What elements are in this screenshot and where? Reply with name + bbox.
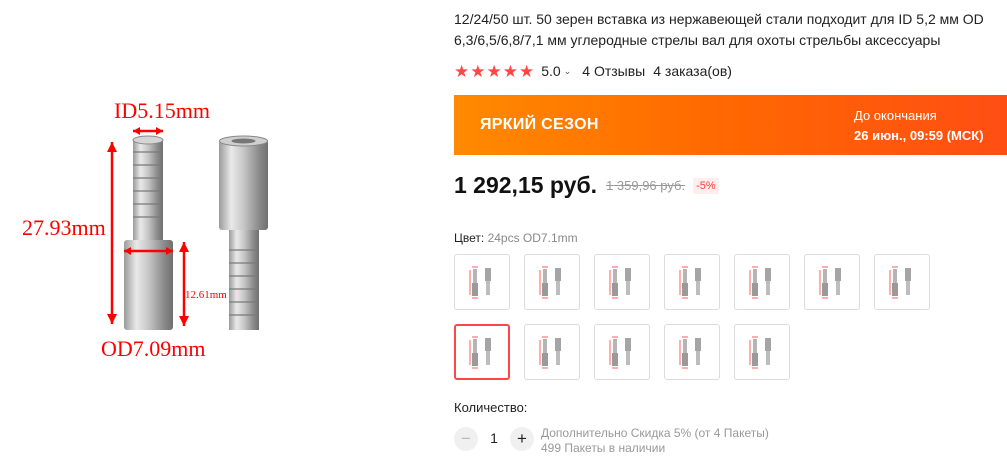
quantity-note: Дополнительно Скидка 5% (от 4 Пакеты) 49…: [541, 426, 769, 456]
star-icon: ★: [454, 61, 470, 81]
promo-until-label: До окончания: [854, 108, 937, 123]
variant-swatch[interactable]: [594, 324, 650, 380]
small-dimension-label: 12.61mm: [185, 289, 227, 301]
variant-thumbnail: [539, 336, 561, 369]
variant-thumbnail: [749, 266, 771, 299]
star-icon: ★: [470, 61, 486, 81]
current-price: 1 292,15 руб.: [454, 172, 598, 198]
product-image[interactable]: ID5.15mm 27.93mm OD7.09mm 12.61mm: [0, 0, 420, 462]
variant-swatch[interactable]: [734, 324, 790, 380]
variant-thumbnail: [819, 266, 841, 299]
variant-swatch[interactable]: [804, 254, 860, 310]
discount-badge: -5%: [693, 177, 719, 194]
price-row: 1 292,15 руб. 1 359,96 руб. -5%: [454, 172, 719, 199]
old-price: 1 359,96 руб.: [606, 178, 686, 193]
rating-value[interactable]: 5.0: [541, 63, 560, 79]
variant-thumbnail: [539, 266, 561, 299]
variant-thumbnail: [609, 336, 631, 369]
id-dimension-label: ID5.15mm: [114, 98, 210, 123]
variant-thumbnail: [469, 336, 491, 369]
quantity-decrease-button[interactable]: −: [454, 427, 478, 451]
variant-thumbnail: [469, 266, 491, 299]
product-title: 12/24/50 шт. 50 зерен вставка из нержаве…: [454, 11, 984, 48]
variant-swatch[interactable]: [664, 324, 720, 380]
insert-left: [124, 135, 173, 330]
od-dimension-label: OD7.09mm: [101, 336, 206, 361]
promo-until-date: 26 июн., 09:59 (МСК): [854, 128, 984, 143]
variant-label: Цвет:: [454, 231, 485, 245]
promo-banner: ЯРКИЙ СЕЗОН До окончания 26 июн., 09:59 …: [454, 95, 1007, 155]
variant-swatch[interactable]: [524, 254, 580, 310]
star-icon: ★: [486, 61, 502, 81]
variant-swatch[interactable]: [524, 324, 580, 380]
bulk-discount-note: Дополнительно Скидка 5% (от 4 Пакеты): [541, 426, 769, 440]
variant-swatch[interactable]: [664, 254, 720, 310]
variant-swatch[interactable]: [874, 254, 930, 310]
variant-thumbnail: [679, 266, 701, 299]
variant-thumbnail: [609, 266, 631, 299]
variant-swatch[interactable]: [594, 254, 650, 310]
variant-swatch[interactable]: [454, 254, 510, 310]
rating-stars: ★ ★ ★ ★ ★: [454, 63, 534, 80]
variant-thumbnail: [889, 266, 911, 299]
product-info: 12/24/50 шт. 50 зерен вставка из нержаве…: [454, 0, 1007, 462]
variant-swatch[interactable]: [454, 324, 510, 380]
chevron-down-icon[interactable]: ⌄: [564, 66, 572, 77]
quantity-label: Количество:: [454, 400, 528, 415]
variant-selected-value: 24pcs OD7.1mm: [487, 231, 578, 245]
variant-swatch[interactable]: [734, 254, 790, 310]
stock-note: 499 Пакеты в наличии: [541, 441, 666, 455]
product-photo: ID5.15mm 27.93mm OD7.09mm 12.61mm: [22, 98, 268, 361]
reviews-link[interactable]: 4 Отзывы: [582, 63, 645, 79]
length-dimension-label: 27.93mm: [22, 215, 106, 240]
orders-count: 4 заказа(ов): [653, 63, 732, 79]
promo-title: ЯРКИЙ СЕЗОН: [480, 116, 599, 133]
star-icon: ★: [502, 61, 518, 81]
quantity-increase-button[interactable]: +: [510, 427, 534, 451]
star-icon: ★: [519, 61, 535, 81]
variant-thumbnail: [749, 336, 771, 369]
quantity-value[interactable]: 1: [487, 430, 501, 446]
variant-label-row: Цвет: 24pcs OD7.1mm: [454, 231, 578, 245]
rating-row[interactable]: ★ ★ ★ ★ ★ 5.0 ⌄ 4 Отзывы 4 заказа(ов): [454, 61, 732, 81]
variant-thumbnail: [679, 336, 701, 369]
